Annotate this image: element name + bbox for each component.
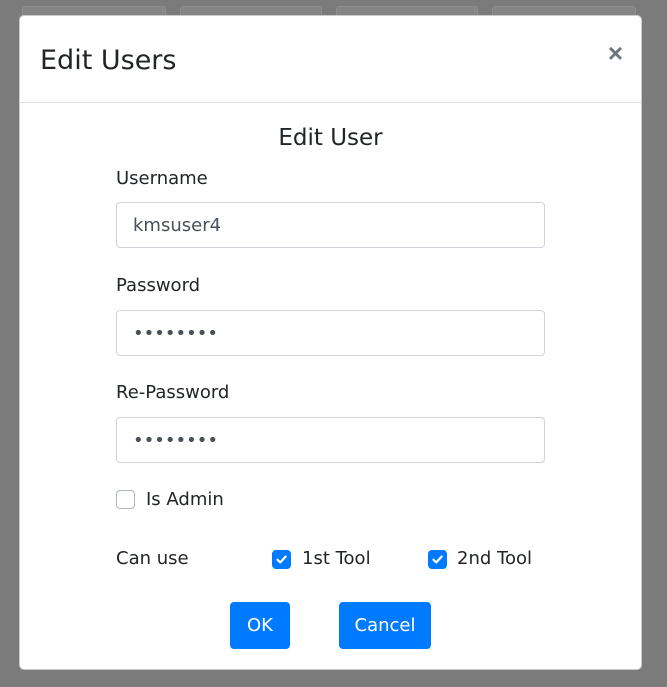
cancel-button[interactable]: Cancel (339, 602, 431, 649)
edit-users-modal: Edit Users × Edit User Username Password… (19, 15, 642, 670)
tool1-label: 1st Tool (302, 548, 371, 569)
password-label: Password (116, 275, 201, 296)
modal-header: Edit Users × (20, 16, 641, 103)
close-button[interactable]: × (608, 38, 623, 68)
close-icon: × (607, 38, 623, 68)
check-icon (432, 555, 443, 564)
is-admin-label: Is Admin (146, 489, 224, 510)
check-icon (276, 555, 287, 564)
tool2-label: 2nd Tool (457, 548, 532, 569)
tool2-checkbox[interactable] (428, 550, 447, 569)
is-admin-checkbox[interactable] (116, 490, 135, 509)
repassword-label: Re-Password (116, 382, 230, 403)
repassword-input[interactable] (116, 417, 545, 463)
can-use-label: Can use (116, 548, 189, 569)
username-input[interactable] (116, 202, 545, 248)
password-input[interactable] (116, 310, 545, 356)
modal-title: Edit Users (40, 45, 177, 76)
username-label: Username (116, 168, 208, 189)
tool1-checkbox[interactable] (272, 550, 291, 569)
ok-button[interactable]: OK (230, 602, 290, 649)
form-heading: Edit User (278, 125, 383, 151)
